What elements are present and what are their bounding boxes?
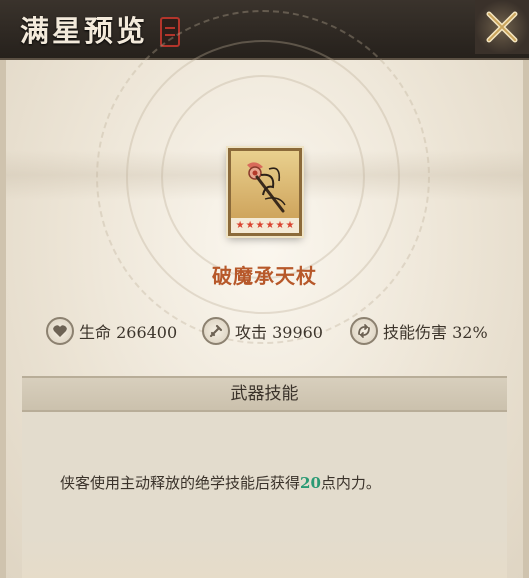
close-button[interactable] xyxy=(475,0,529,54)
skill-desc-text-end: 点内力。 xyxy=(320,474,381,492)
stat-hp-label: 生命 266400 xyxy=(79,323,178,342)
weapon-skill-header: 武器技能 xyxy=(22,376,507,412)
stat-attack-label: 攻击 39960 xyxy=(235,323,323,342)
panel-body: ★ ★ ★ ★ ★ ★ 破魔承天杖 生命 266400 攻击 39960 技能伤害 32%… xyxy=(0,10,529,578)
star-icon: ★ xyxy=(235,219,245,231)
staff-weapon-icon xyxy=(247,162,286,213)
star-icon: ★ xyxy=(265,219,275,231)
footer-wash xyxy=(22,538,507,578)
skill-damage-icon xyxy=(350,317,378,345)
stat-attack: 攻击 39960 xyxy=(202,315,323,347)
star-icon: ★ xyxy=(275,219,285,231)
weapon-skill-section: 武器技能 侠客使用主动释放的绝学技能后获得20点内力。 xyxy=(22,376,507,578)
star-icon: ★ xyxy=(255,219,265,231)
weapon-name: 破魔承天杖 xyxy=(212,264,317,288)
star-rating: ★ ★ ★ ★ ★ ★ xyxy=(231,218,299,233)
star-icon: ★ xyxy=(285,219,295,231)
star-preview-panel: 满星预览 ★ ★ ★ ★ ★ ★ 破魔承天杖 生命 266400 攻击 3996… xyxy=(0,0,529,578)
stat-skill-damage-label: 技能伤害 32% xyxy=(383,323,488,342)
heart-icon xyxy=(46,317,74,345)
panel-title: 满星预览 xyxy=(20,14,149,48)
skill-desc-value: 20 xyxy=(300,474,321,492)
weapon-skill-description: 侠客使用主动释放的绝学技能后获得20点内力。 xyxy=(60,472,381,493)
close-icon xyxy=(486,11,518,43)
weapon-item-slot[interactable]: ★ ★ ★ ★ ★ ★ xyxy=(228,148,302,236)
skill-desc-text: 侠客使用主动释放的绝学技能后获得 xyxy=(60,474,301,492)
stat-hp: 生命 266400 xyxy=(46,315,177,347)
star-icon: ★ xyxy=(245,219,255,231)
attack-icon xyxy=(202,317,230,345)
stat-skill-damage: 技能伤害 32% xyxy=(350,315,488,347)
